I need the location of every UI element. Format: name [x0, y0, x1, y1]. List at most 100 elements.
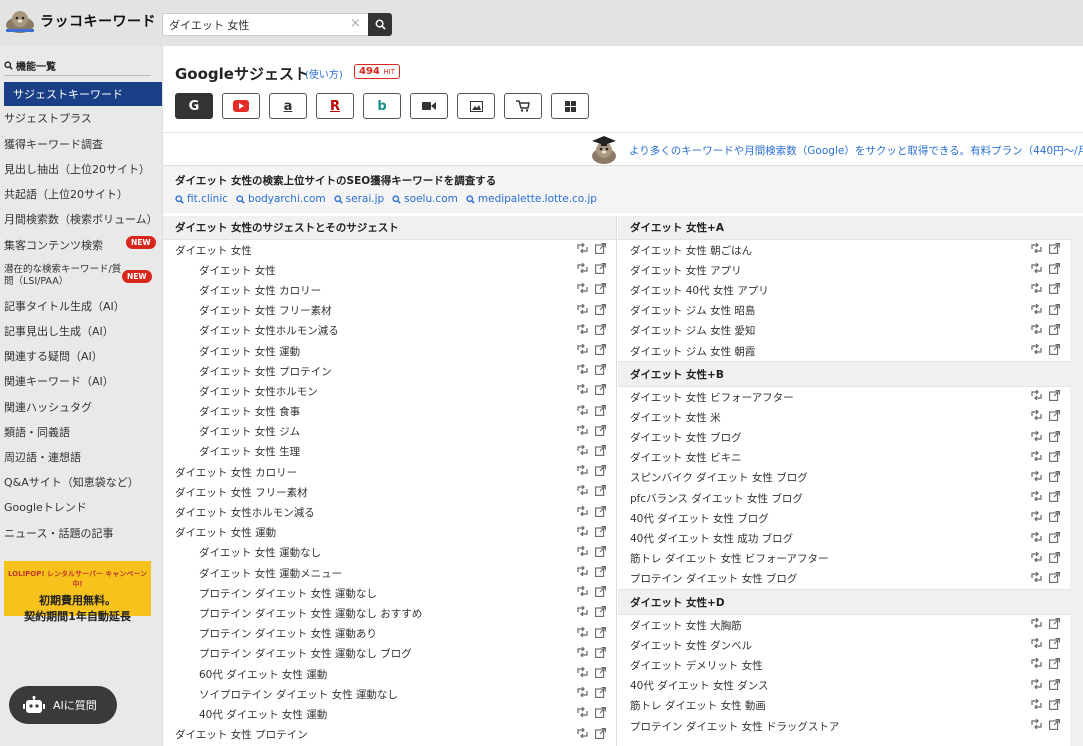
- keyword-row[interactable]: ダイエット 女性ホルモン: [163, 381, 616, 401]
- amazon-tab[interactable]: a: [269, 93, 307, 119]
- resuggest-icon[interactable]: [1031, 303, 1042, 318]
- external-link-icon[interactable]: [1049, 658, 1060, 672]
- external-link-icon[interactable]: [1049, 678, 1060, 693]
- resuggest-icon[interactable]: [577, 686, 588, 701]
- video-tab[interactable]: [410, 93, 448, 119]
- external-link-icon[interactable]: [595, 283, 606, 297]
- resuggest-icon[interactable]: [577, 505, 588, 520]
- keyword-row[interactable]: ダイエット 女性 大胸筋: [618, 615, 1070, 635]
- keyword-row[interactable]: ダイエット 女性 プロテイン: [163, 361, 616, 381]
- keyword-row[interactable]: pfcバランス ダイエット 女性 ブログ: [618, 488, 1070, 508]
- resuggest-icon[interactable]: [577, 666, 588, 681]
- keyword-row[interactable]: 40代 ダイエット 女性 ダンス: [618, 676, 1070, 696]
- keyword-row[interactable]: ダイエット 女性 ジム: [163, 422, 616, 442]
- sidebar-item-hashtags[interactable]: 関連ハッシュタグ: [4, 399, 162, 415]
- sidebar-item-suggest-plus[interactable]: サジェストプラス: [4, 110, 162, 126]
- resuggest-icon[interactable]: [1031, 551, 1042, 566]
- keyword-row[interactable]: ダイエット ジム 女性 昭島: [618, 301, 1070, 321]
- external-link-icon[interactable]: [595, 384, 606, 398]
- resuggest-icon[interactable]: [577, 525, 588, 540]
- resuggest-icon[interactable]: [577, 242, 588, 257]
- resuggest-icon[interactable]: [1031, 409, 1042, 424]
- keyword-row[interactable]: ソイプロテイン ダイエット 女性 運動なし: [163, 684, 616, 704]
- external-link-icon[interactable]: [1049, 323, 1060, 338]
- seo-site-link[interactable]: medipalette.lotte.co.jp: [466, 193, 597, 205]
- ai-question-button[interactable]: AIに質問: [9, 686, 117, 724]
- image-tab[interactable]: [457, 93, 495, 119]
- resuggest-icon[interactable]: [1031, 658, 1042, 672]
- resuggest-icon[interactable]: [577, 464, 588, 479]
- external-link-icon[interactable]: [595, 586, 606, 600]
- paid-plan-promo[interactable]: より多くのキーワードや月間検索数（Google）をサクッと取得できる。有料プラン…: [588, 135, 1083, 165]
- resuggest-icon[interactable]: [1031, 323, 1042, 338]
- sidebar-item-search-volume[interactable]: 月間検索数（検索ボリューム）: [4, 211, 162, 227]
- keyword-row[interactable]: ダイエット 女性 ビキニ: [618, 448, 1070, 468]
- keyword-row[interactable]: プロテイン ダイエット 女性 運動なし ブログ: [163, 644, 616, 664]
- external-link-icon[interactable]: [1049, 698, 1060, 713]
- resuggest-icon[interactable]: [577, 646, 588, 661]
- sidebar-item-associations[interactable]: 周辺語・連想語: [4, 449, 162, 465]
- sidebar-item-synonyms[interactable]: 類語・同義語: [4, 424, 162, 440]
- sidebar-item-suggest[interactable]: サジェストキーワード: [4, 82, 162, 106]
- keyword-row[interactable]: プロテイン ダイエット 女性 運動あり: [163, 624, 616, 644]
- keyword-row[interactable]: ダイエット 40代 女性 アプリ: [618, 280, 1070, 300]
- bing-tab[interactable]: b: [363, 93, 401, 119]
- keyword-row[interactable]: ダイエット 女性 食事: [163, 402, 616, 422]
- resuggest-icon[interactable]: [577, 404, 588, 419]
- keyword-row[interactable]: ダイエット デメリット 女性: [618, 655, 1070, 675]
- seo-site-link[interactable]: bodyarchi.com: [236, 193, 326, 205]
- keyword-row[interactable]: ダイエット 女性: [163, 260, 616, 280]
- external-link-icon[interactable]: [1049, 390, 1060, 404]
- sidebar-item-news[interactable]: ニュース・話題の記事: [4, 525, 162, 541]
- external-link-icon[interactable]: [595, 344, 606, 358]
- keyword-row[interactable]: ダイエット ジム 女性 朝霞: [618, 341, 1070, 361]
- resuggest-icon[interactable]: [1031, 510, 1042, 525]
- keyword-row[interactable]: プロテイン ダイエット 女性 運動なし おすすめ: [163, 603, 616, 623]
- resuggest-icon[interactable]: [577, 262, 588, 277]
- keyword-row[interactable]: ダイエット 女性 カロリー: [163, 462, 616, 482]
- resuggest-icon[interactable]: [1031, 389, 1042, 404]
- lolipop-banner[interactable]: LOLIPOP! レンタルサーバー キャンペーン中! 初期費用無料。 契約期間1…: [4, 561, 151, 623]
- keyword-row[interactable]: プロテイン ダイエット 女性 ドラッグストア: [618, 716, 1070, 736]
- resuggest-icon[interactable]: [1031, 617, 1042, 632]
- external-link-icon[interactable]: [595, 445, 606, 459]
- resuggest-icon[interactable]: [1031, 242, 1042, 257]
- search-input[interactable]: [162, 13, 368, 36]
- resuggest-icon[interactable]: [1031, 531, 1042, 546]
- resuggest-icon[interactable]: [1031, 637, 1042, 652]
- keyword-row[interactable]: ダイエット 女性 運動: [163, 523, 616, 543]
- resuggest-icon[interactable]: [1031, 283, 1042, 297]
- external-link-icon[interactable]: [595, 626, 606, 641]
- resuggest-icon[interactable]: [577, 727, 588, 742]
- keyword-row[interactable]: 筋トレ ダイエット 女性 ビフォーアフター: [618, 549, 1070, 569]
- resuggest-icon[interactable]: [1031, 698, 1042, 713]
- external-link-icon[interactable]: [595, 687, 606, 701]
- clear-icon[interactable]: ×: [350, 16, 361, 31]
- external-link-icon[interactable]: [595, 566, 606, 580]
- sidebar-item-title-ai[interactable]: 記事タイトル生成（AI）: [4, 298, 162, 314]
- rakuten-tab[interactable]: R: [316, 93, 354, 119]
- keyword-row[interactable]: ダイエット 女性 フリー素材: [163, 482, 616, 502]
- external-link-icon[interactable]: [595, 505, 606, 520]
- external-link-icon[interactable]: [595, 545, 606, 560]
- keyword-row[interactable]: ダイエット 女性ホルモン減る: [163, 502, 616, 522]
- logo[interactable]: ラッコキーワード: [4, 8, 156, 34]
- external-link-icon[interactable]: [595, 404, 606, 419]
- resuggest-icon[interactable]: [577, 363, 588, 378]
- youtube-tab[interactable]: [222, 93, 260, 119]
- keyword-row[interactable]: 筋トレ ダイエット 女性 動画: [618, 696, 1070, 716]
- resuggest-icon[interactable]: [1031, 718, 1042, 733]
- external-link-icon[interactable]: [595, 243, 606, 257]
- external-link-icon[interactable]: [1049, 344, 1060, 358]
- resuggest-icon[interactable]: [1031, 430, 1042, 445]
- sidebar-item-questions-ai[interactable]: 関連する疑問（AI）: [4, 348, 162, 364]
- external-link-icon[interactable]: [1049, 243, 1060, 257]
- search-button[interactable]: [368, 13, 392, 36]
- keyword-row[interactable]: 60代 ダイエット 女性 運動: [163, 664, 616, 684]
- external-link-icon[interactable]: [1049, 638, 1060, 652]
- resuggest-icon[interactable]: [577, 545, 588, 560]
- keyword-row[interactable]: ダイエット ジム 女性 愛知: [618, 321, 1070, 341]
- resuggest-icon[interactable]: [1031, 262, 1042, 277]
- external-link-icon[interactable]: [1049, 283, 1060, 297]
- keyword-row[interactable]: ダイエット 女性 アプリ: [618, 260, 1070, 280]
